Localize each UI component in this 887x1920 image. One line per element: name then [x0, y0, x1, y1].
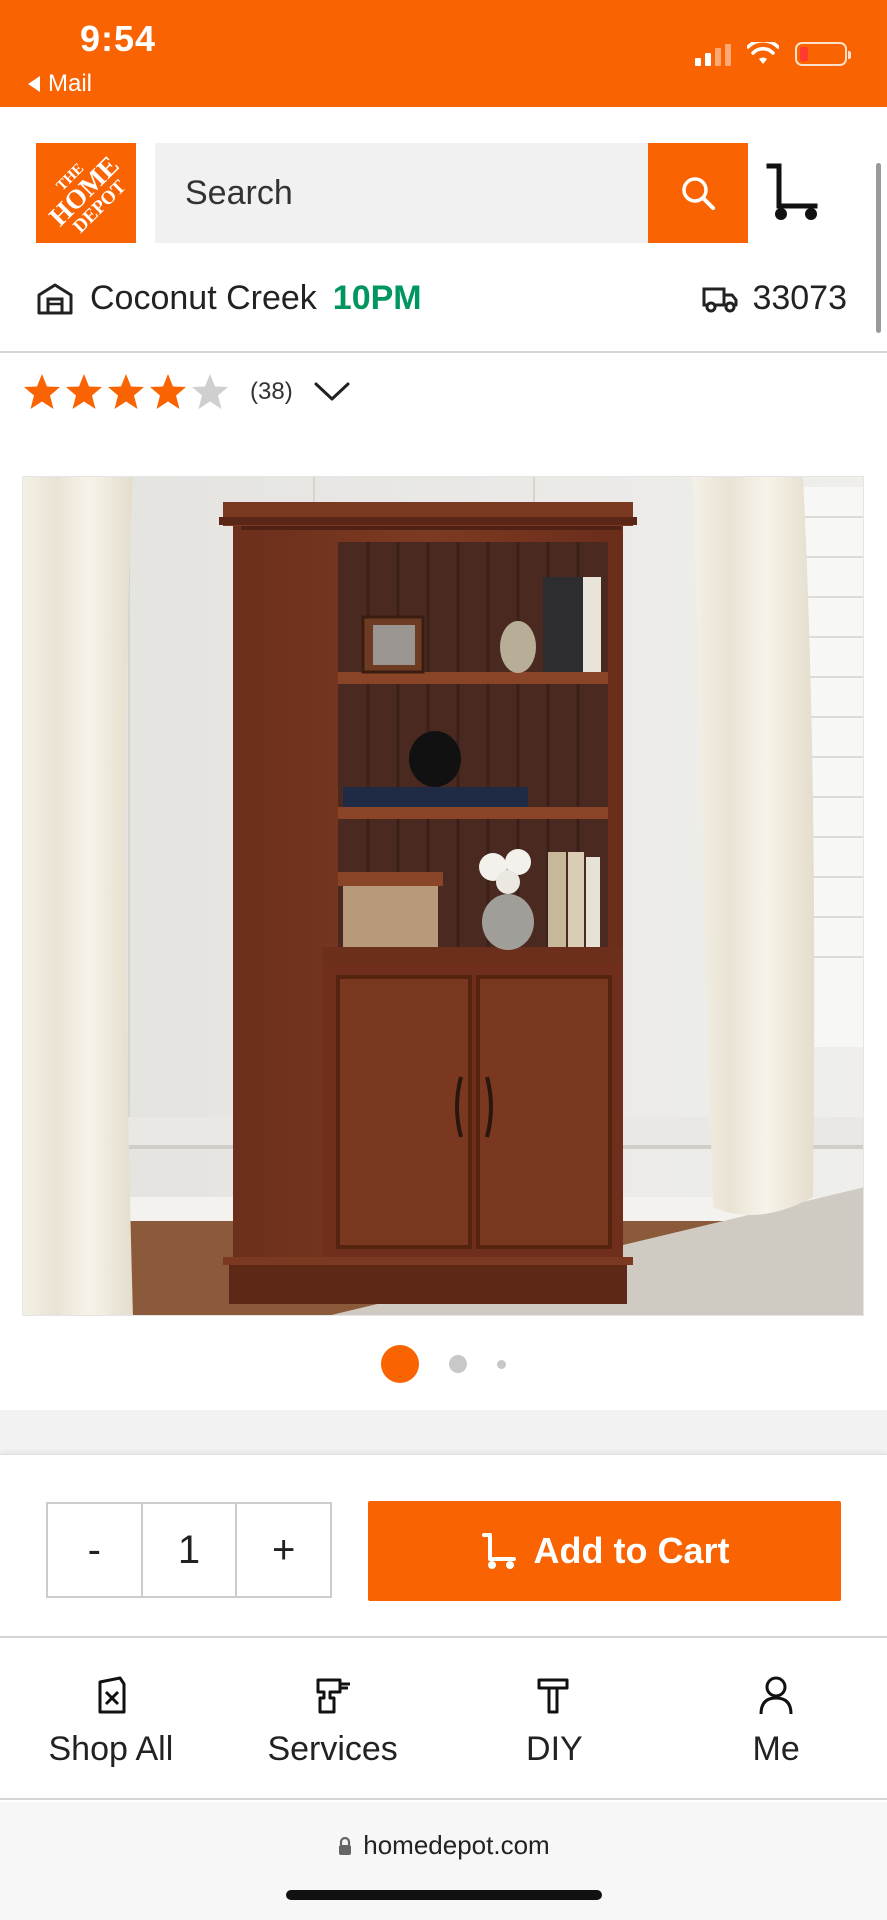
- back-arrow-icon: [28, 76, 40, 92]
- add-to-cart-label: Add to Cart: [533, 1530, 730, 1571]
- pagination-dot-1[interactable]: [381, 1345, 419, 1383]
- quantity-increase-button[interactable]: +: [237, 1504, 330, 1596]
- nav-shop-all[interactable]: Shop All: [0, 1640, 222, 1798]
- star-empty-icon: [192, 374, 228, 409]
- add-to-cart-bar: - 1 + Add to Cart: [0, 1466, 887, 1638]
- store-name: Coconut Creek: [90, 279, 317, 317]
- nav-services[interactable]: Services: [222, 1640, 444, 1798]
- scrollbar[interactable]: [876, 163, 881, 333]
- review-count: (38): [250, 378, 293, 405]
- back-app-label: Mail: [48, 70, 93, 97]
- nav-label-me: Me: [752, 1730, 800, 1768]
- diy-hammer-icon: [537, 1678, 569, 1714]
- services-drill-icon: [316, 1678, 350, 1714]
- nav-label-shop-all: Shop All: [48, 1730, 174, 1768]
- cart-icon: [481, 1533, 516, 1569]
- store-icon: [37, 283, 73, 314]
- product-rating[interactable]: (38): [22, 372, 351, 412]
- search-button[interactable]: [648, 143, 748, 243]
- quantity-stepper: - 1 +: [46, 1502, 332, 1598]
- nav-label-diy: DIY: [526, 1730, 583, 1768]
- battery-icon: [795, 42, 851, 66]
- site-header: THE HOME DEPOT Coconut Creek 10PM 3: [0, 107, 887, 353]
- cart-icon[interactable]: [765, 162, 825, 224]
- lock-icon: [339, 1836, 352, 1855]
- add-to-cart-button[interactable]: Add to Cart: [368, 1501, 841, 1601]
- pagination-dot-3[interactable]: [497, 1359, 506, 1369]
- nav-diy[interactable]: DIY: [444, 1640, 666, 1798]
- image-pagination: [0, 1345, 887, 1383]
- star-filled-icon: [66, 374, 102, 409]
- shop-all-icon: [98, 1676, 126, 1714]
- star-filled-icon: [24, 374, 60, 409]
- product-image[interactable]: [22, 476, 864, 1316]
- home-depot-logo[interactable]: THE HOME DEPOT: [36, 143, 136, 243]
- quantity-value[interactable]: 1: [143, 1504, 238, 1596]
- url-text: homedepot.com: [363, 1830, 550, 1860]
- delivery-truck-icon: [702, 287, 738, 312]
- search-input[interactable]: [155, 143, 648, 243]
- nav-me[interactable]: Me: [665, 1640, 887, 1798]
- url-display[interactable]: homedepot.com: [0, 1830, 887, 1861]
- quantity-decrease-button[interactable]: -: [48, 1504, 143, 1596]
- home-indicator[interactable]: [286, 1890, 602, 1900]
- store-hours: 10PM: [332, 279, 422, 317]
- nav-label-services: Services: [267, 1730, 398, 1768]
- back-to-mail-link[interactable]: Mail: [28, 70, 92, 98]
- rating-stars: [22, 372, 230, 412]
- pagination-dot-2[interactable]: [449, 1355, 467, 1373]
- store-selector[interactable]: Coconut Creek 10PM: [36, 279, 422, 318]
- cellular-signal-icon: [695, 44, 731, 66]
- section-divider: [0, 1410, 887, 1466]
- status-time: 9:54: [80, 18, 157, 59]
- browser-url-bar[interactable]: homedepot.com: [0, 1802, 887, 1920]
- chevron-down-icon[interactable]: [313, 380, 351, 404]
- status-bar: 9:54 Mail: [0, 0, 887, 107]
- me-person-icon: [759, 1676, 793, 1715]
- bookcase-photo: [23, 477, 863, 1315]
- star-filled-icon: [150, 374, 186, 409]
- delivery-zip: 33073: [752, 279, 847, 317]
- search-icon: [682, 177, 715, 210]
- bottom-navigation: Shop All Services DIY Me: [0, 1640, 887, 1800]
- system-icons: [695, 42, 851, 66]
- star-filled-icon: [108, 374, 144, 409]
- delivery-zip-selector[interactable]: 33073: [702, 279, 847, 318]
- wifi-icon: [747, 42, 779, 64]
